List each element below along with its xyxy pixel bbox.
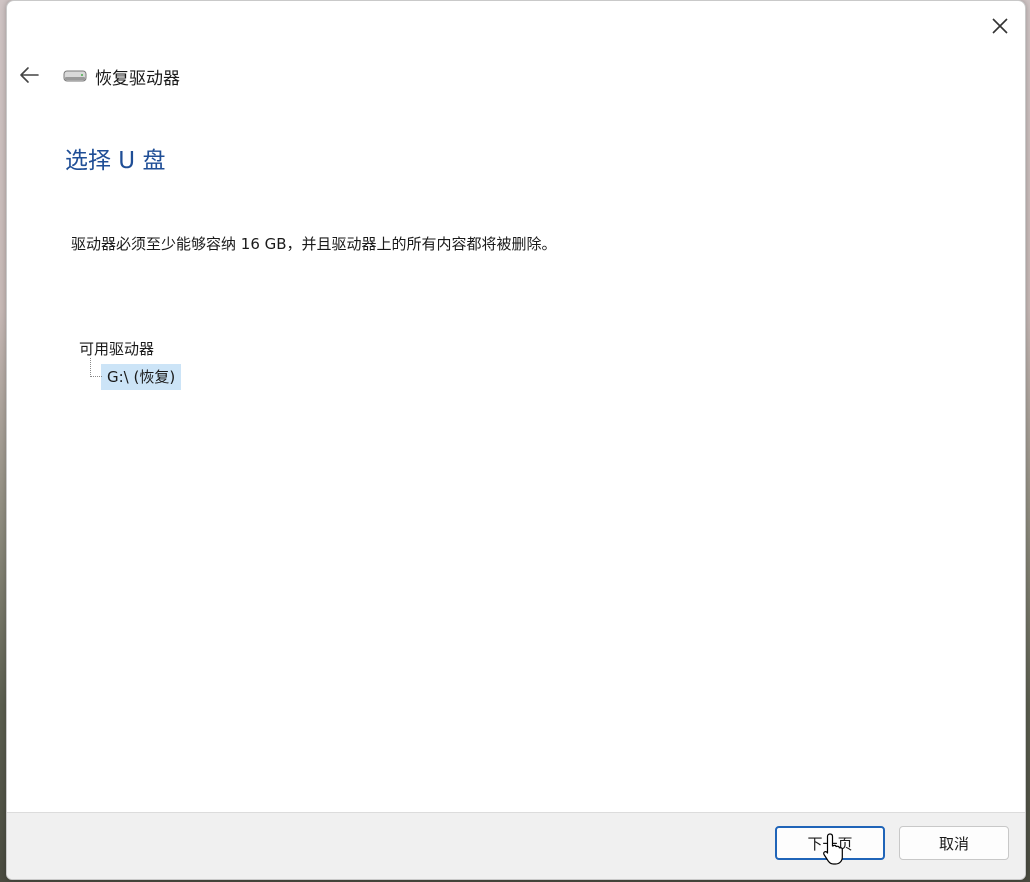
drive-icon xyxy=(63,70,87,82)
page-heading: 选择 U 盘 xyxy=(65,148,166,174)
tree-row: G:\ (恢复) xyxy=(90,358,182,390)
page-description: 驱动器必须至少能够容纳 16 GB，并且驱动器上的所有内容都将被删除。 xyxy=(71,235,557,253)
recovery-drive-dialog: 恢复驱动器 选择 U 盘 驱动器必须至少能够容纳 16 GB，并且驱动器上的所有… xyxy=(6,0,1026,880)
close-icon xyxy=(992,18,1008,34)
available-drives-tree: 可用驱动器 G:\ (恢复) xyxy=(79,338,182,390)
window-title: 恢复驱动器 xyxy=(95,68,180,89)
back-arrow-icon xyxy=(20,67,39,83)
window-title-bar: 恢复驱动器 xyxy=(63,63,180,89)
cancel-button[interactable]: 取消 xyxy=(899,826,1009,860)
dialog-footer: 下一页 取消 xyxy=(7,812,1025,879)
close-button[interactable] xyxy=(983,9,1017,43)
tree-connector xyxy=(90,358,102,377)
back-button[interactable] xyxy=(15,61,43,89)
drive-item-g[interactable]: G:\ (恢复) xyxy=(101,364,182,390)
next-button[interactable]: 下一页 xyxy=(775,826,885,860)
